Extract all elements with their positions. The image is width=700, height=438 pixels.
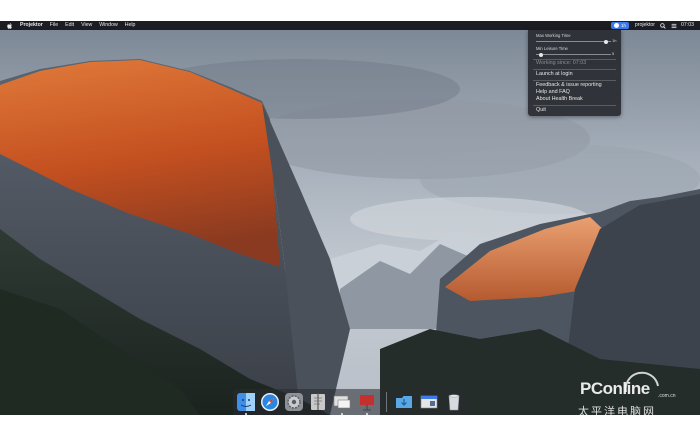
menu-separator bbox=[533, 80, 616, 81]
safari-icon[interactable] bbox=[260, 392, 280, 412]
working-since-status: Working since: 07:03 bbox=[536, 60, 587, 66]
min-leisure-time-label: Min Leisure Time bbox=[536, 46, 568, 51]
max-working-time-slider[interactable] bbox=[536, 39, 611, 44]
menu-help[interactable]: Help bbox=[125, 21, 136, 30]
max-working-time-label: Max Working Time bbox=[536, 33, 571, 38]
menu-file[interactable]: File bbox=[50, 21, 58, 30]
pconline-watermark: PConline .com.cn 太平洋电脑网 bbox=[574, 368, 686, 424]
menu-item-about[interactable]: About Health Break bbox=[536, 96, 583, 102]
dock-separator bbox=[386, 392, 387, 412]
min-leisure-time-slider[interactable] bbox=[536, 52, 611, 57]
menu-item-quit[interactable]: Quit bbox=[536, 107, 546, 113]
menu-edit[interactable]: Edit bbox=[65, 21, 74, 30]
max-working-time-slider-knob[interactable] bbox=[604, 39, 609, 44]
projektor-running-indicator bbox=[341, 413, 343, 415]
screenshot-icon[interactable] bbox=[419, 392, 439, 412]
health-break-icon bbox=[614, 23, 620, 28]
menu-separator bbox=[533, 69, 616, 70]
script-editor-icon[interactable] bbox=[308, 392, 328, 412]
menu-separator bbox=[533, 105, 616, 106]
menu-item-launch-at-login[interactable]: Launch at login bbox=[536, 71, 573, 77]
min-leisure-time-value: 5 bbox=[612, 51, 615, 56]
apple-icon[interactable] bbox=[7, 22, 12, 29]
dock bbox=[233, 389, 467, 415]
desktop-screen: Projektor File Edit View Window Help 1h … bbox=[0, 0, 700, 438]
presentation-running-indicator bbox=[366, 413, 368, 415]
menu-item-feedback[interactable]: Feedback & issue reporting bbox=[536, 82, 602, 88]
finder-running-indicator bbox=[245, 413, 247, 415]
health-break-status-text: 1h bbox=[621, 23, 626, 28]
menu-view[interactable]: View bbox=[81, 21, 92, 30]
trash-icon[interactable] bbox=[444, 392, 464, 412]
finder-icon[interactable] bbox=[236, 392, 256, 412]
health-break-status-item[interactable]: 1h bbox=[611, 22, 629, 29]
watermark-domain: .com.cn bbox=[658, 393, 676, 399]
notification-center-icon[interactable] bbox=[671, 23, 677, 29]
watermark-chinese: 太平洋电脑网 bbox=[578, 406, 656, 418]
presentation-icon[interactable] bbox=[357, 392, 377, 412]
menu-item-help-faq[interactable]: Help and FAQ bbox=[536, 89, 570, 95]
menu-bar: Projektor File Edit View Window Help 1h … bbox=[0, 21, 700, 30]
projektor-icon[interactable] bbox=[332, 392, 352, 412]
health-break-dropdown-menu: Max Working Time 1h Min Leisure Time 5 W… bbox=[528, 30, 621, 116]
spotlight-search-icon[interactable] bbox=[660, 22, 666, 29]
system-preferences-icon[interactable] bbox=[284, 392, 304, 412]
projektor-status-item[interactable]: projektor bbox=[635, 21, 655, 30]
menu-bar-clock[interactable]: 07:03 bbox=[681, 21, 694, 30]
max-working-time-value: 1h bbox=[612, 38, 617, 43]
menu-window[interactable]: Window bbox=[99, 21, 117, 30]
min-leisure-time-slider-knob[interactable] bbox=[538, 52, 543, 57]
watermark-brand: PConline bbox=[580, 379, 650, 398]
app-menu-projektor[interactable]: Projektor bbox=[20, 21, 43, 30]
downloads-folder-icon[interactable] bbox=[394, 392, 414, 412]
